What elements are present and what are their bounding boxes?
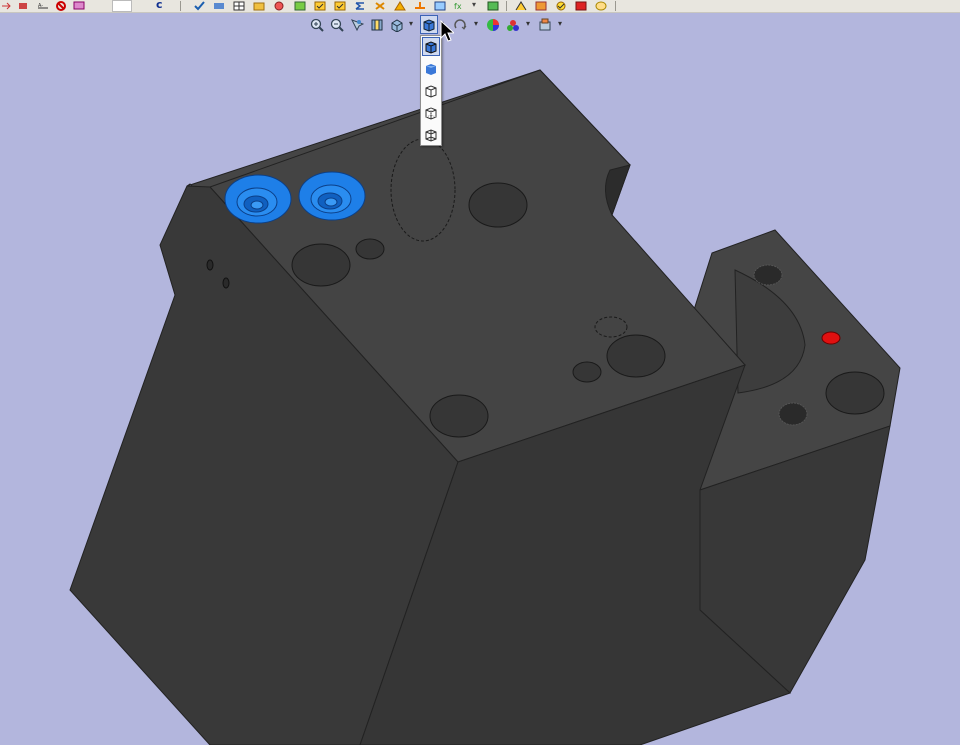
zoom-in-icon[interactable] bbox=[308, 16, 326, 34]
cut-icon[interactable] bbox=[373, 0, 387, 11]
hidden-lines-removed-icon bbox=[425, 84, 437, 98]
render-dropdown[interactable]: ▾ bbox=[558, 19, 562, 28]
render-icon[interactable] bbox=[536, 16, 554, 34]
svg-text:A-: A- bbox=[38, 3, 43, 9]
shaded-with-edges-option[interactable] bbox=[422, 37, 440, 56]
mouse-cursor bbox=[440, 20, 454, 42]
standard-views-dropdown[interactable]: ▾ bbox=[409, 19, 413, 28]
rotate-dropdown[interactable]: ▾ bbox=[474, 19, 478, 28]
check-icon[interactable] bbox=[534, 0, 548, 11]
wireframe-icon bbox=[425, 128, 437, 142]
check-icon[interactable] bbox=[554, 0, 568, 11]
display-mode-icon bbox=[423, 18, 435, 32]
separator bbox=[615, 1, 616, 11]
shaded-icon bbox=[426, 63, 436, 75]
separator bbox=[506, 1, 507, 11]
standard-views-icon[interactable] bbox=[388, 16, 406, 34]
main-block[interactable] bbox=[69, 69, 791, 745]
dropdown-arrow[interactable]: ▾ bbox=[472, 0, 476, 9]
model-viewport[interactable] bbox=[0, 0, 960, 745]
check-icon[interactable] bbox=[192, 0, 206, 11]
box-check-icon[interactable] bbox=[333, 0, 347, 11]
rotate-icon[interactable] bbox=[452, 16, 470, 34]
flag-icon[interactable] bbox=[486, 0, 500, 11]
param2-icon[interactable] bbox=[514, 0, 528, 11]
box-check-icon[interactable] bbox=[313, 0, 327, 11]
box-check-icon[interactable] bbox=[293, 0, 307, 11]
sphere-icon[interactable] bbox=[272, 0, 286, 11]
stop-icon[interactable] bbox=[574, 0, 588, 11]
extract-icon[interactable] bbox=[433, 0, 447, 11]
shaded-with-edges-icon bbox=[425, 40, 437, 54]
pan-icon[interactable] bbox=[348, 16, 366, 34]
hidden-lines-removed-option[interactable] bbox=[422, 81, 440, 100]
grid-icon[interactable] bbox=[232, 0, 246, 11]
param-icon[interactable]: fx bbox=[454, 0, 468, 11]
views-icon[interactable] bbox=[368, 16, 386, 34]
scene-dropdown[interactable]: ▾ bbox=[526, 19, 530, 28]
sum-icon[interactable] bbox=[353, 0, 367, 11]
side-block[interactable] bbox=[692, 229, 901, 694]
separator bbox=[180, 1, 181, 11]
cross-icon[interactable] bbox=[16, 0, 30, 11]
c-button[interactable]: c bbox=[156, 0, 163, 11]
paint-icon[interactable] bbox=[594, 0, 608, 11]
wireframe-option[interactable] bbox=[422, 125, 440, 144]
warn-icon[interactable] bbox=[393, 0, 407, 11]
selected-hole-2[interactable] bbox=[298, 171, 366, 221]
red-marker[interactable] bbox=[821, 331, 841, 345]
scene-icon[interactable] bbox=[504, 16, 522, 34]
measure-icon[interactable]: A- bbox=[36, 0, 50, 11]
chart-icon[interactable] bbox=[72, 0, 86, 11]
blank-field[interactable] bbox=[112, 0, 132, 12]
hidden-lines-visible-option[interactable] bbox=[422, 103, 440, 122]
no-icon[interactable] bbox=[54, 0, 68, 11]
svg-text:fx: fx bbox=[454, 2, 462, 11]
arrow-up-icon[interactable] bbox=[413, 0, 427, 11]
arrow-icon[interactable] bbox=[0, 0, 14, 11]
main-toolbar: A- c fx ▾ bbox=[0, 0, 960, 13]
tool-icon[interactable] bbox=[212, 0, 226, 11]
display-mode-menu bbox=[420, 35, 442, 146]
selected-hole-1[interactable] bbox=[224, 174, 292, 224]
zoom-out-icon[interactable] bbox=[328, 16, 346, 34]
link-icon[interactable] bbox=[252, 0, 266, 11]
hidden-lines-visible-icon bbox=[425, 106, 437, 120]
shaded-option[interactable] bbox=[422, 59, 440, 78]
appearance-icon[interactable] bbox=[484, 16, 502, 34]
display-mode-button[interactable] bbox=[420, 15, 438, 34]
